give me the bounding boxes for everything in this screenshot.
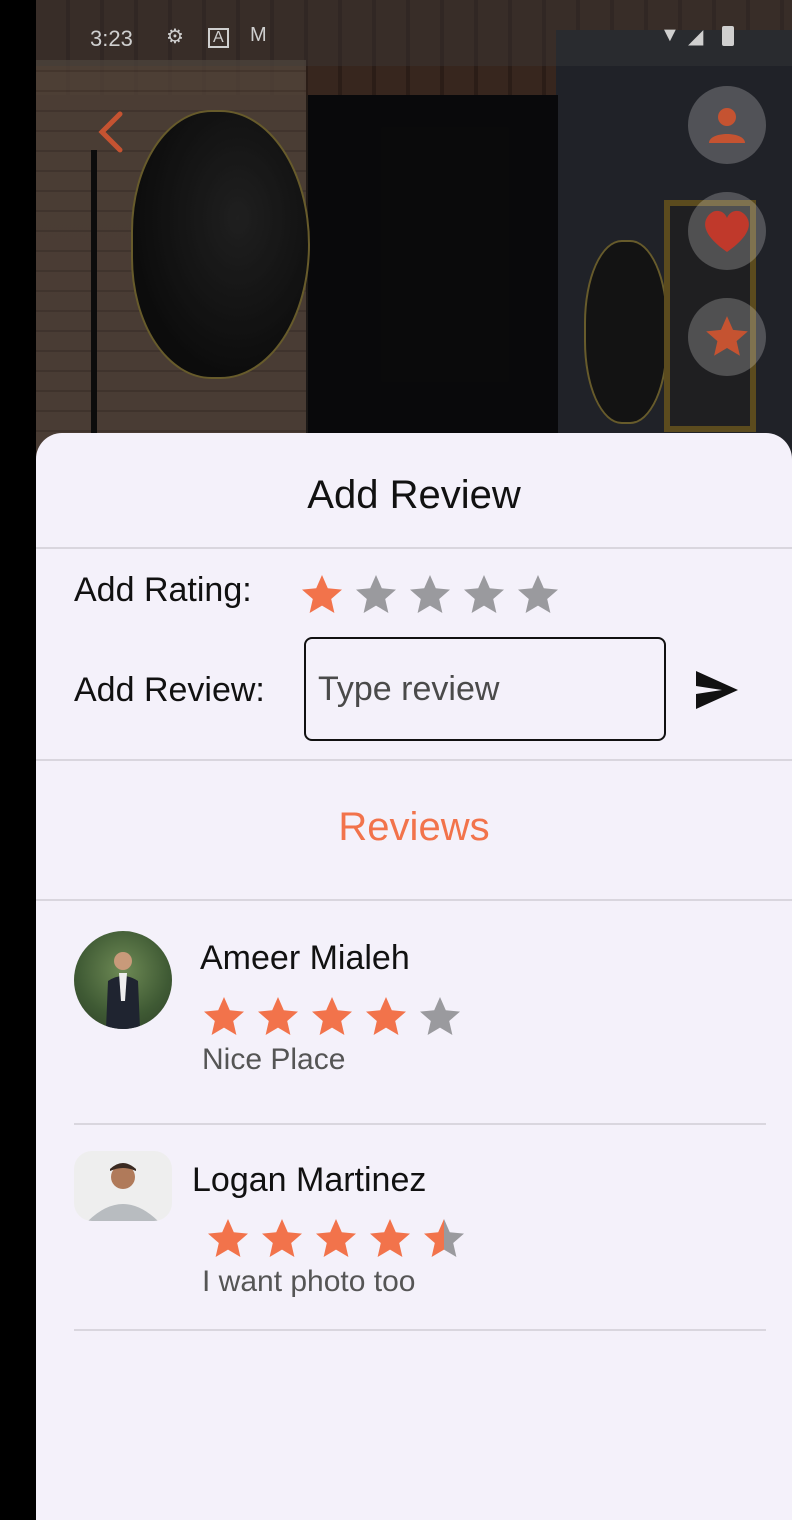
star-icon [204, 997, 244, 1035]
star-icon [258, 997, 298, 1035]
rate-button[interactable] [688, 298, 766, 376]
signal-icon: ◢ [688, 26, 704, 48]
star-icon[interactable] [460, 571, 508, 619]
divider [74, 1329, 766, 1331]
divider [74, 1123, 766, 1125]
star-icon[interactable] [298, 571, 346, 619]
back-button[interactable] [92, 108, 132, 156]
star-icon [208, 1219, 248, 1257]
star-icon[interactable] [352, 571, 400, 619]
review-sheet: Add Review Add Rating: Add Review: Revie… [36, 433, 792, 1520]
battery-icon [722, 26, 734, 46]
star-icon[interactable] [406, 571, 454, 619]
gear-icon: ⚙ [166, 26, 184, 48]
send-button[interactable] [692, 667, 742, 713]
star-icon [262, 1219, 302, 1257]
wifi-icon: ▼ [660, 24, 680, 46]
review-rating [204, 1215, 468, 1263]
sheet-title: Add Review [307, 473, 521, 517]
avatar [74, 1151, 172, 1221]
star-icon [370, 1219, 410, 1257]
star-icon [706, 316, 748, 356]
avatar [74, 931, 172, 1029]
rating-selector[interactable] [298, 571, 562, 619]
star-icon [420, 997, 460, 1035]
studio-photo [36, 0, 792, 470]
reviewer-name: Logan Martinez [192, 1161, 427, 1199]
chevron-left-icon [98, 111, 123, 153]
profile-button[interactable] [688, 86, 766, 164]
review-input[interactable] [304, 637, 666, 741]
star-icon [312, 997, 352, 1035]
star-icon [316, 1219, 356, 1257]
app-screen: 3:23 ⚙ A M ▼ ◢ Add Review Add Rating: Ad… [36, 0, 792, 1520]
star-icon [424, 1219, 464, 1257]
a-badge-icon: A [208, 28, 229, 48]
divider [36, 899, 792, 901]
review-text: Nice Place [202, 1043, 346, 1076]
favorite-button[interactable] [688, 192, 766, 270]
review-rating [200, 993, 464, 1041]
send-icon [696, 671, 738, 709]
reviews-title: Reviews [338, 805, 490, 849]
review-text: I want photo too [202, 1265, 416, 1298]
status-bar: 3:23 ⚙ A M ▼ ◢ [36, 0, 792, 66]
heart-icon [705, 210, 749, 252]
add-rating-label: Add Rating: [74, 571, 252, 609]
gmail-icon: M [250, 24, 267, 46]
star-icon[interactable] [514, 571, 562, 619]
star-icon [366, 997, 406, 1035]
divider [36, 547, 792, 549]
status-time: 3:23 [90, 26, 133, 51]
person-icon [709, 108, 745, 143]
add-review-label: Add Review: [74, 671, 265, 709]
divider [36, 759, 792, 761]
reviewer-name: Ameer Mialeh [200, 939, 410, 977]
